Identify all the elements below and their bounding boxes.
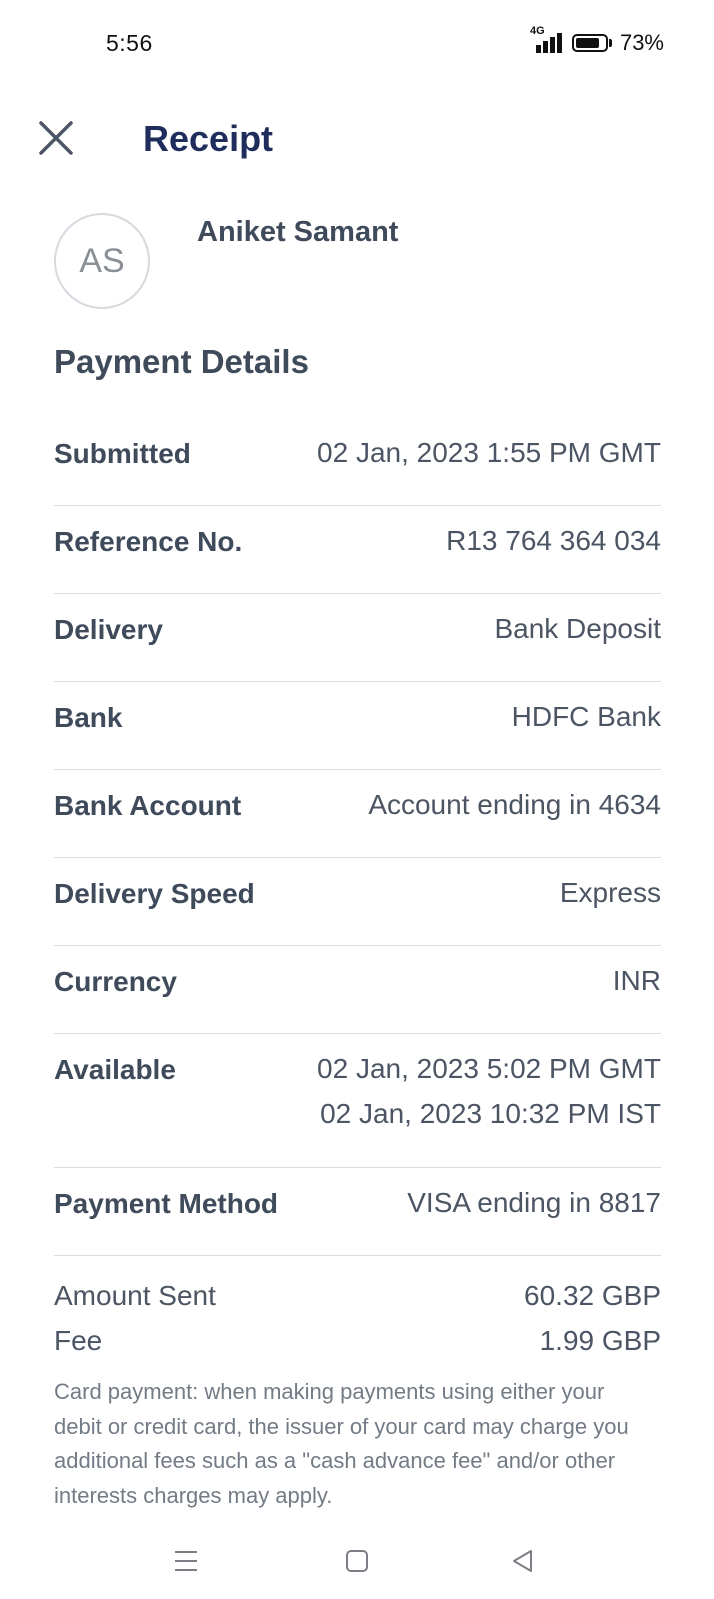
detail-label: Currency (54, 966, 177, 997)
header: Receipt (0, 108, 714, 168)
detail-row-reference: Reference No. R13 764 364 034 (54, 506, 661, 594)
status-time: 5:56 (106, 30, 153, 56)
detail-label: Delivery Speed (54, 878, 255, 909)
card-payment-note: Card payment: when making payments using… (54, 1379, 629, 1508)
section-title: Payment Details (54, 343, 309, 380)
status-icons: 4G 73% (530, 25, 664, 56)
detail-value: HDFC Bank (511, 701, 661, 732)
recipient-name: Aniket Samant (197, 216, 399, 248)
available-ist: 02 Jan, 2023 10:32 PM IST (320, 1098, 661, 1129)
detail-row-delivery-speed: Delivery Speed Express (54, 858, 661, 946)
detail-row-payment-method: Payment Method VISA ending in 8817 (54, 1168, 661, 1256)
menu-icon[interactable] (166, 1541, 206, 1581)
available-gmt: 02 Jan, 2023 5:02 PM GMT (317, 1053, 661, 1084)
detail-label: Submitted (54, 438, 191, 469)
avatar: AS (54, 213, 150, 309)
close-icon[interactable] (34, 116, 78, 160)
system-nav-bar (0, 1529, 714, 1599)
detail-row-available: Available 02 Jan, 2023 5:02 PM GMT 02 Ja… (54, 1034, 661, 1168)
avatar-initials: AS (79, 241, 125, 280)
detail-value: Account ending in 4634 (368, 789, 661, 820)
amounts: Amount Sent 60.32 GBP Fee 1.99 GBP (54, 1280, 661, 1370)
detail-value: INR (612, 965, 661, 996)
amount-value: 60.32 GBP (524, 1280, 661, 1311)
detail-label: Available (54, 1054, 176, 1085)
detail-value: R13 764 364 034 (446, 525, 661, 556)
back-triangle-icon[interactable] (503, 1541, 543, 1581)
detail-row-currency: Currency INR (54, 946, 661, 1034)
battery-percent: 73% (619, 30, 664, 55)
detail-row-submitted: Submitted 02 Jan, 2023 1:55 PM GMT (54, 418, 661, 506)
amount-value: 1.99 GBP (539, 1325, 661, 1356)
network-type: 4G (529, 25, 545, 37)
detail-value: Bank Deposit (494, 613, 661, 644)
status-bar: 5:56 4G 73% (0, 0, 714, 90)
detail-label: Delivery (54, 614, 163, 645)
payment-details-list: Submitted 02 Jan, 2023 1:55 PM GMT Refer… (54, 418, 661, 1256)
detail-row-bank: Bank HDFC Bank (54, 682, 661, 770)
amount-label: Amount Sent (54, 1280, 216, 1311)
detail-label: Reference No. (54, 526, 243, 557)
detail-row-bank-account: Bank Account Account ending in 4634 (54, 770, 661, 858)
home-square-icon[interactable] (337, 1541, 377, 1581)
page-title: Receipt (143, 118, 274, 159)
detail-value: 02 Jan, 2023 5:02 PM GMT 02 Jan, 2023 10… (317, 1046, 661, 1136)
battery-icon (571, 34, 612, 52)
detail-value: 02 Jan, 2023 1:55 PM GMT (317, 437, 661, 468)
detail-value: Express (559, 877, 661, 908)
detail-label: Payment Method (54, 1188, 279, 1219)
detail-value: VISA ending in 8817 (407, 1187, 661, 1218)
amount-label: Fee (54, 1325, 103, 1356)
detail-label: Bank (54, 702, 123, 733)
detail-row-delivery: Delivery Bank Deposit (54, 594, 661, 682)
fee-row: Fee 1.99 GBP (54, 1325, 661, 1370)
signal-icon: 4G (530, 25, 564, 55)
detail-label: Bank Account (54, 790, 242, 821)
amount-sent-row: Amount Sent 60.32 GBP (54, 1280, 661, 1325)
